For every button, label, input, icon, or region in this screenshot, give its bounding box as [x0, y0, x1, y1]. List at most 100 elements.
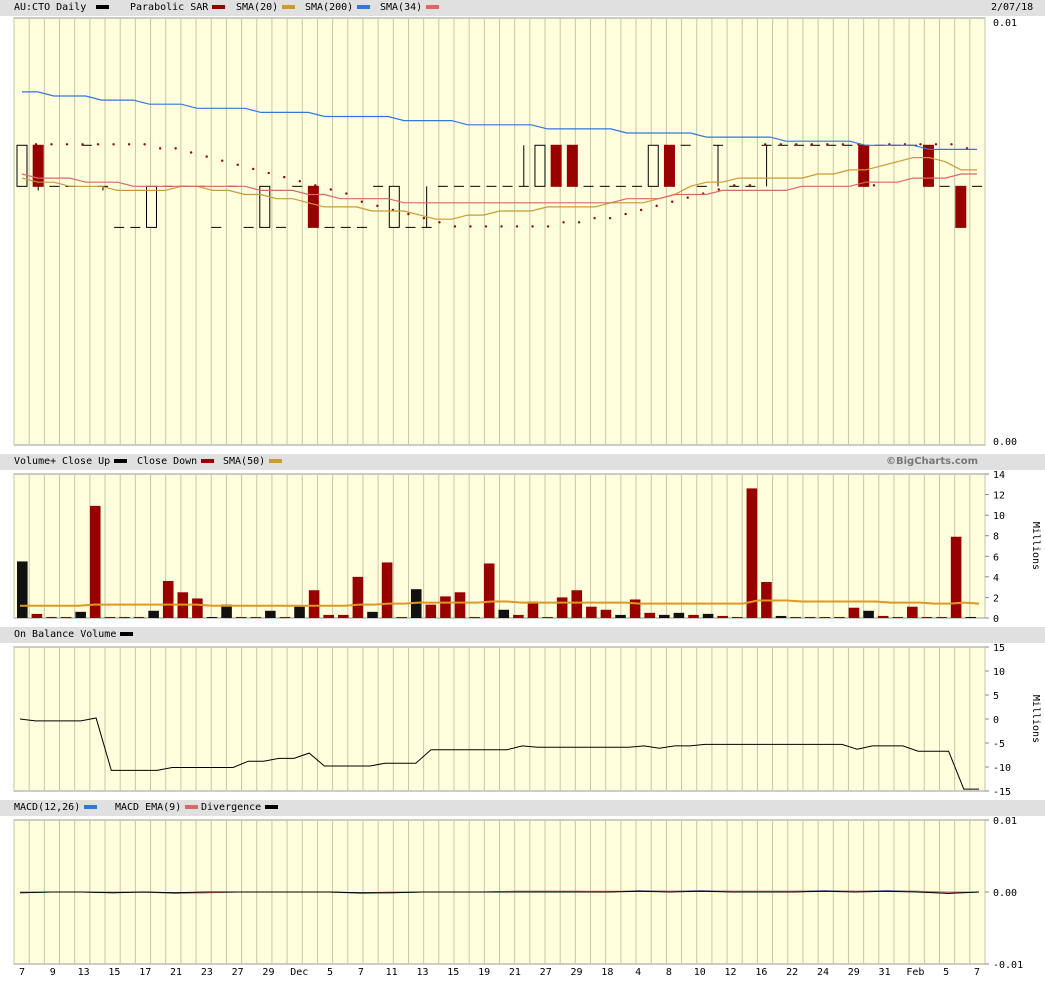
- sar-dot: [469, 225, 472, 228]
- sar-dot: [531, 225, 534, 228]
- volume-sma50-line: [20, 599, 980, 607]
- candle-body: [647, 144, 659, 187]
- volume-tick-label: 10: [993, 511, 1005, 522]
- volume-bar: [338, 614, 349, 618]
- volume-bar: [46, 616, 57, 618]
- x-axis-label: 5: [943, 967, 949, 978]
- candle-body: [922, 144, 934, 187]
- volume-bar: [294, 606, 305, 618]
- macd-tick-label: -0.01: [993, 960, 1023, 971]
- volume-bar: [469, 616, 480, 618]
- volume-bar: [513, 614, 524, 618]
- volume-bar: [352, 576, 364, 618]
- sar-dot: [221, 159, 224, 162]
- x-axis-label: 22: [786, 967, 798, 978]
- sar-dot: [841, 143, 845, 146]
- sar-dot: [205, 155, 208, 158]
- candle-body: [955, 185, 967, 228]
- sar-dot: [345, 192, 348, 195]
- x-axis-label: 27: [540, 967, 552, 978]
- volume-bar: [600, 609, 612, 618]
- volume-bar: [119, 616, 130, 618]
- volume-bar: [717, 615, 728, 618]
- obv-tick-label: 10: [993, 667, 1005, 678]
- sar-dot: [795, 143, 798, 146]
- panel-background-1: [13, 473, 986, 619]
- sar-dot: [655, 204, 658, 208]
- sar-dot: [143, 143, 146, 146]
- sar-dot: [267, 171, 270, 175]
- legend-sma20-swatch: [282, 5, 296, 9]
- volume-bar: [644, 612, 655, 618]
- macd-tick-label: 0.00: [993, 888, 1017, 899]
- sar-dot: [360, 200, 364, 203]
- panel-background-3: [13, 819, 986, 965]
- x-axis-label: 23: [201, 967, 213, 978]
- obv-line: [19, 717, 979, 790]
- legend-sar: Parabolic SAR: [130, 2, 226, 13]
- sar-dot: [391, 208, 395, 212]
- x-axis-label: 13: [78, 967, 90, 978]
- sar-dot: [965, 147, 969, 150]
- sar-dot: [702, 192, 705, 195]
- volume-bar: [206, 616, 218, 618]
- sar-dot: [733, 184, 736, 187]
- line-sma34: [21, 173, 977, 204]
- sar-dot: [314, 184, 317, 187]
- volume-tick-label: 4: [993, 573, 999, 584]
- legend-macd-ema: MACD EMA(9): [115, 802, 199, 813]
- volume-bar: [863, 610, 874, 618]
- macd-line-2: [19, 890, 980, 894]
- volume-bar: [907, 606, 918, 618]
- x-axis-label: 7: [19, 967, 25, 978]
- volume-bar: [921, 616, 933, 618]
- volume-bar: [556, 597, 568, 618]
- volume-tick-label: 6: [993, 552, 999, 563]
- sar-dot: [500, 225, 503, 228]
- x-axis-label: Dec: [290, 967, 308, 978]
- sar-dot: [422, 216, 426, 220]
- legend-sma200: SMA(200): [305, 2, 371, 13]
- symbol-swatch: [92, 2, 109, 13]
- x-axis-label: 19: [478, 967, 490, 978]
- sar-dot: [515, 225, 519, 228]
- sar-dot: [65, 143, 69, 146]
- sar-dot: [686, 196, 689, 199]
- legend-sma34-swatch: [426, 5, 440, 9]
- volume-bar: [775, 615, 787, 618]
- sar-dot: [950, 143, 953, 146]
- sar-dot: [593, 216, 596, 220]
- volume-bar: [950, 536, 962, 618]
- volume-panel-header: Volume+ Close Up Close Down SMA(50) ©Big…: [0, 454, 1045, 470]
- watermark: ©BigCharts.com: [886, 456, 979, 467]
- price-panel-header: AU:CTO Daily Parabolic SAR SMA(20) SMA(2…: [0, 0, 1045, 16]
- candle-body: [145, 185, 157, 228]
- volume-axis-label: Millions: [1030, 522, 1041, 570]
- volume-bar: [877, 615, 889, 618]
- sar-dot: [670, 200, 674, 203]
- candle-body: [16, 144, 28, 187]
- chart-date: 2/07/18: [991, 2, 1034, 13]
- volume-bar: [31, 613, 43, 618]
- x-axis-label: 29: [570, 967, 582, 978]
- x-axis-label: 21: [509, 967, 521, 978]
- x-axis-label: 13: [416, 967, 428, 978]
- volume-bar: [790, 616, 801, 618]
- x-axis-label: 12: [725, 967, 737, 978]
- line-sma200: [22, 91, 977, 150]
- volume-bar: [542, 616, 553, 618]
- sar-dot: [189, 151, 193, 154]
- x-axis-label: Feb: [906, 967, 924, 978]
- sar-dot: [329, 188, 333, 191]
- panel-background-2: [13, 646, 986, 792]
- sar-dot: [96, 143, 100, 146]
- volume-bar: [104, 616, 116, 618]
- sar-dot: [562, 221, 565, 224]
- candle-body: [663, 144, 675, 187]
- sar-dot: [112, 143, 115, 146]
- x-axis-label: 11: [386, 967, 398, 978]
- sar-dot: [50, 143, 53, 146]
- volume-bar: [702, 613, 714, 618]
- volume-tick-label: 8: [993, 532, 999, 543]
- volume-tick-label: 14: [993, 470, 1005, 481]
